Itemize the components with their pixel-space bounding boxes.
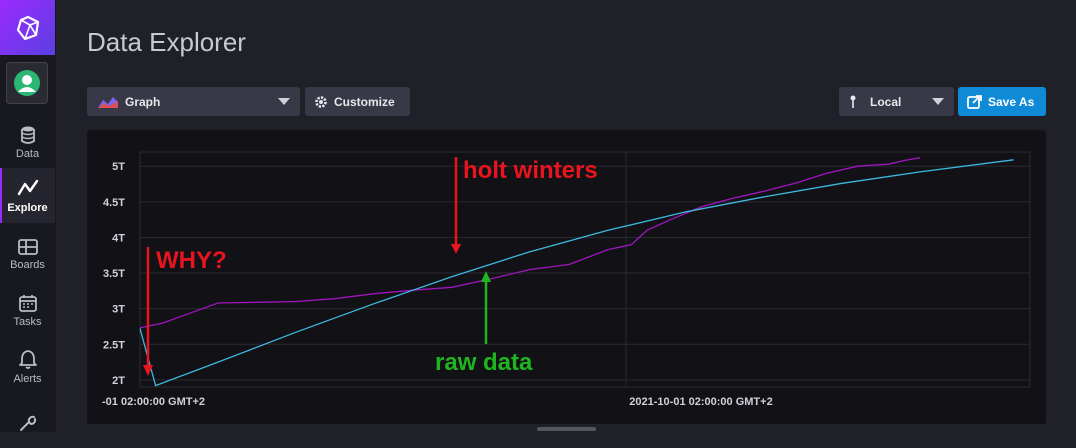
nav-explore[interactable]: Explore [0,168,55,223]
wrench-icon [19,415,36,431]
y-tick-label: 4T [112,232,125,244]
x-axis-ticks: -01 02:00:00 GMT+2 2021-10-01 02:00:00 GM… [102,396,773,408]
scrollbar[interactable] [537,427,596,431]
sidebar: Data Explore Boards Tasks Alerts [0,0,56,432]
export-icon [967,94,982,109]
annotation-why: WHY? [143,247,227,376]
influxdb-logo[interactable] [0,0,55,55]
annotation-raw-data-text: raw data [435,349,533,376]
timezone-dropdown[interactable]: Local [839,87,954,116]
y-axis-ticks: 2T 2.5T 3T 3.5T 4T 4.5T 5T [103,161,125,387]
chevron-down-icon [278,98,290,105]
nav-data-label: Data [15,148,40,160]
annotation-why-text: WHY? [156,247,227,274]
user-avatar-icon [14,70,40,96]
bell-icon [18,350,37,369]
chart-series [139,157,1014,387]
nav-data[interactable]: Data [0,118,55,168]
nav-tasks[interactable]: Tasks [0,286,55,336]
nav-tasks-label: Tasks [13,316,42,328]
nav-explore-label: Explore [7,201,48,214]
chevron-down-icon [932,98,944,105]
save-as-button[interactable]: Save As [958,87,1046,116]
visualization-type-dropdown[interactable]: Graph [87,87,300,116]
plot-area-border [139,151,1031,388]
customize-button[interactable]: Customize [305,87,410,116]
visualization-type-label: Graph [125,94,161,109]
annotation-holt-winters-text: holt winters [463,157,598,184]
nav-alerts[interactable]: Alerts [0,342,55,392]
annotation-raw-data: raw data [435,271,533,376]
pin-icon [850,95,856,108]
line-chart[interactable]: 2T 2.5T 3T 3.5T 4T 4.5T 5T -01 02:00:00 GMT+2 2… [87,130,1046,424]
graph-type-icon [98,96,118,108]
y-tick-label: 5T [112,161,125,173]
timezone-label: Local [870,94,902,109]
graph-panel[interactable]: 2T 2.5T 3T 3.5T 4T 4.5T 5T -01 02:00:00 GMT+2 2… [87,130,1046,424]
y-tick-label: 4.5T [103,197,125,209]
x-tick-label: 2021-10-01 02:00:00 GMT+2 [629,396,772,408]
calendar-icon [18,295,37,312]
gear-icon [315,95,327,108]
chart-grid [139,151,1031,388]
nav-boards[interactable]: Boards [0,230,55,280]
x-tick-label: -01 02:00:00 GMT+2 [102,396,205,408]
y-tick-label: 3T [112,304,125,316]
customize-label: Customize [334,94,395,109]
save-as-label: Save As [988,94,1035,109]
y-tick-label: 3.5T [103,268,125,280]
y-tick-label: 2.5T [103,339,125,351]
nav-boards-label: Boards [10,259,45,271]
dashboard-grid-icon [17,239,38,255]
user-avatar[interactable] [6,62,48,104]
graph-line-icon [17,179,38,195]
y-tick-label: 2T [112,375,125,387]
database-icon [20,126,35,144]
nav-alerts-label: Alerts [13,373,42,385]
influxdb-cube-icon [16,15,39,40]
nav-settings[interactable] [0,398,55,448]
page-title: Data Explorer [87,27,246,57]
